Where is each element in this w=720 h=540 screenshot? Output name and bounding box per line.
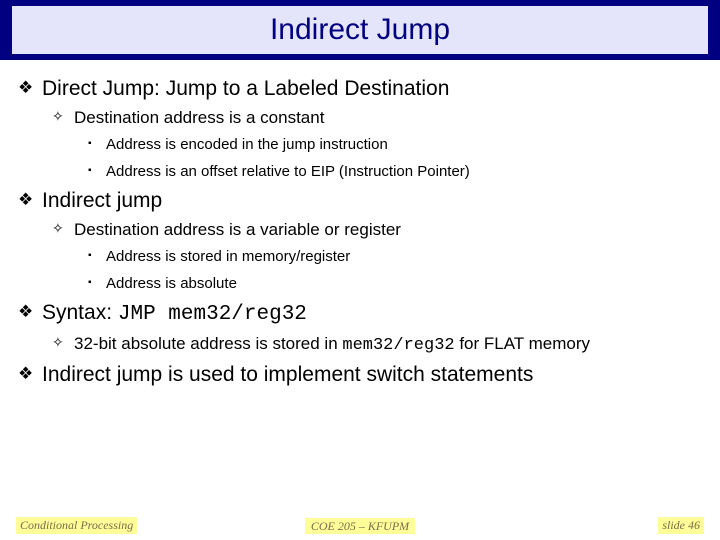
bullet-offset-eip: ▪ Address is an offset relative to EIP (… [88,163,702,182]
square-icon: ▪ [88,277,92,290]
square-icon: ▪ [88,165,92,178]
diamond-open-icon: ✧ [52,220,64,238]
slide-title: Indirect Jump [270,13,450,47]
bullet-absolute: ▪ Address is absolute [88,275,702,294]
diamond-icon: ❖ [18,302,33,322]
text: Destination address is a constant [74,108,324,127]
text: Direct Jump: Jump to a Labeled Destinati… [42,77,449,100]
text-suffix: for FLAT memory [455,334,590,353]
text: Address is an offset relative to EIP (In… [106,163,470,180]
footer: Conditional Processing COE 205 – KFUPM s… [0,516,720,540]
text: Destination address is a variable or reg… [74,220,401,239]
bullet-indirect-jump: ❖ Indirect jump [18,188,702,213]
footer-center: COE 205 – KFUPM [0,519,720,534]
slide: Indirect Jump ❖ Direct Jump: Jump to a L… [0,0,720,540]
text: Indirect jump [42,189,162,212]
text: Address is stored in memory/register [106,248,350,265]
text: Address is absolute [106,275,237,292]
title-bar: Indirect Jump [0,0,720,60]
diamond-icon: ❖ [18,190,33,210]
bullet-stored-memreg: ▪ Address is stored in memory/register [88,248,702,267]
bullet-encoded: ▪ Address is encoded in the jump instruc… [88,136,702,155]
text-prefix: Syntax: [42,301,118,324]
code: mem32/reg32 [342,336,454,355]
diamond-open-icon: ✧ [52,108,64,126]
diamond-icon: ❖ [18,364,33,384]
text-prefix: 32-bit absolute address is stored in [74,334,342,353]
text: Indirect jump is used to implement switc… [42,363,533,386]
diamond-icon: ❖ [18,78,33,98]
bullet-dest-constant: ✧ Destination address is a constant [52,107,702,128]
slide-body: ❖ Direct Jump: Jump to a Labeled Destina… [18,70,702,508]
footer-right: slide 46 [658,517,704,534]
square-icon: ▪ [88,138,92,151]
code: JMP mem32/reg32 [118,303,307,326]
text: Address is encoded in the jump instructi… [106,136,388,153]
bullet-dest-variable: ✧ Destination address is a variable or r… [52,219,702,240]
bullet-switch: ❖ Indirect jump is used to implement swi… [18,362,702,387]
square-icon: ▪ [88,250,92,263]
bullet-flat-memory: ✧ 32-bit absolute address is stored in m… [52,333,702,356]
bullet-syntax: ❖ Syntax: JMP mem32/reg32 [18,300,702,327]
title-inner: Indirect Jump [12,6,708,54]
bullet-direct-jump: ❖ Direct Jump: Jump to a Labeled Destina… [18,76,702,101]
diamond-open-icon: ✧ [52,334,64,352]
footer-center-text: COE 205 – KFUPM [305,518,415,534]
